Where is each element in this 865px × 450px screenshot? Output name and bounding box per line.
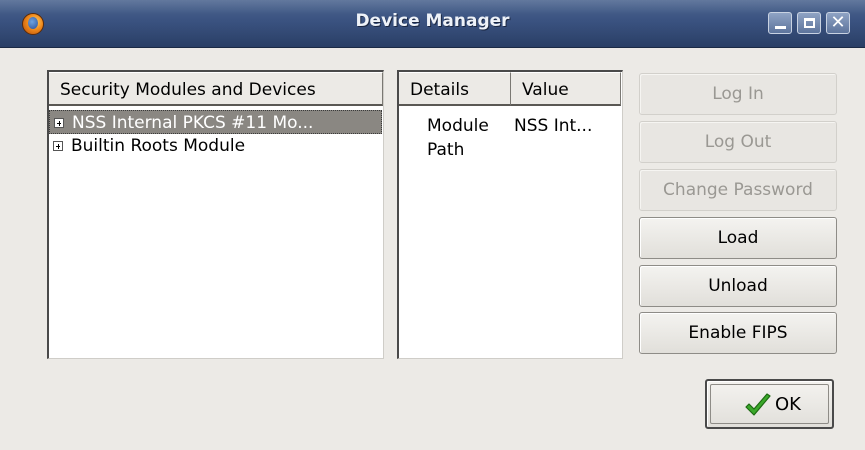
close-icon: ✕ <box>830 12 846 33</box>
close-button[interactable]: ✕ <box>826 12 850 34</box>
tree-item-label: Builtin Roots Module <box>71 136 246 156</box>
tree-item-label: NSS Internal PKCS #11 Mo... <box>72 113 314 133</box>
tree-item-builtin-roots[interactable]: Builtin Roots Module <box>49 134 382 158</box>
load-button[interactable]: Load <box>639 217 837 259</box>
ok-button-focus-ring: OK <box>710 384 829 424</box>
modules-tree[interactable]: Security Modules and Devices NSS Interna… <box>47 70 384 359</box>
expand-plus-icon[interactable] <box>53 141 63 151</box>
modules-tree-header[interactable]: Security Modules and Devices <box>49 72 383 106</box>
title-bar[interactable]: Device Manager ✕ <box>0 0 865 48</box>
change-password-button[interactable]: Change Password <box>639 169 837 211</box>
ok-button-label: OK <box>775 394 801 415</box>
device-manager-window: Device Manager ✕ Security Modules and De… <box>0 0 865 450</box>
expand-plus-icon[interactable] <box>54 118 64 128</box>
checkmark-icon <box>745 393 771 416</box>
unload-button[interactable]: Unload <box>639 265 837 307</box>
log-out-button[interactable]: Log Out <box>639 121 837 163</box>
enable-fips-button[interactable]: Enable FIPS <box>639 312 837 354</box>
minimize-button[interactable] <box>768 12 792 34</box>
detail-value-module: NSS Int... <box>514 116 593 136</box>
tree-item-nss-internal[interactable]: NSS Internal PKCS #11 Mo... <box>49 110 382 134</box>
maximize-button[interactable] <box>797 12 821 34</box>
maximize-icon <box>804 18 815 28</box>
log-in-button[interactable]: Log In <box>639 73 837 115</box>
details-table[interactable]: Details Value Module NSS Int... Path <box>397 70 623 359</box>
detail-name-path: Path <box>427 140 465 160</box>
column-header-value[interactable]: Value <box>511 72 621 106</box>
detail-name-module: Module <box>427 116 489 136</box>
ok-button[interactable]: OK <box>705 379 834 429</box>
column-header-details[interactable]: Details <box>399 72 511 106</box>
minimize-icon <box>775 26 786 29</box>
window-title: Device Manager <box>355 11 510 31</box>
